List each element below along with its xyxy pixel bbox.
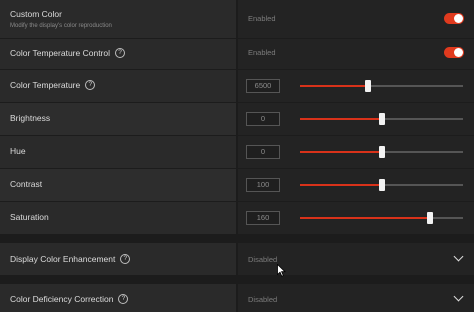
slider-thumb[interactable] bbox=[378, 113, 385, 125]
slider-thumb[interactable] bbox=[365, 80, 372, 92]
saturation-value[interactable]: 160 bbox=[246, 211, 280, 225]
slider-row-brightness: Brightness 0 bbox=[0, 103, 474, 135]
slider-row-saturation: Saturation 160 bbox=[0, 202, 474, 234]
mouse-cursor-icon bbox=[277, 264, 286, 277]
color-temperature-slider[interactable] bbox=[300, 80, 463, 92]
slider-thumb[interactable] bbox=[378, 146, 385, 158]
contrast-label: Contrast bbox=[10, 179, 43, 189]
custom-color-toggle[interactable] bbox=[444, 13, 464, 24]
color-temperature-label: Color Temperature ? bbox=[10, 80, 96, 90]
saturation-label: Saturation bbox=[10, 212, 49, 222]
hue-label: Hue bbox=[10, 146, 26, 156]
color-temp-control-row: Color Temperature Control ? Enabled bbox=[0, 39, 474, 69]
color-temp-control-toggle[interactable] bbox=[444, 47, 464, 58]
brightness-value[interactable]: 0 bbox=[246, 112, 280, 126]
hue-slider[interactable] bbox=[300, 146, 463, 158]
color-deficiency-correction-value: Disabled bbox=[248, 295, 278, 304]
color-temp-control-label: Color Temperature Control ? bbox=[10, 48, 125, 58]
display-color-enhancement-label: Display Color Enhancement ? bbox=[10, 254, 131, 264]
brightness-slider[interactable] bbox=[300, 113, 463, 125]
brightness-label: Brightness bbox=[10, 113, 51, 123]
hue-value[interactable]: 0 bbox=[246, 145, 280, 159]
help-icon[interactable]: ? bbox=[115, 48, 125, 58]
slider-row-hue: Hue 0 bbox=[0, 136, 474, 168]
color-temp-control-text: Color Temperature Control bbox=[10, 48, 110, 58]
display-settings-panel: Custom Color Modify the display's color … bbox=[0, 0, 474, 312]
display-color-enhancement-value: Disabled bbox=[248, 255, 278, 264]
help-icon[interactable]: ? bbox=[118, 294, 129, 304]
color-temp-control-status: Enabled bbox=[248, 48, 276, 57]
custom-color-row: Custom Color Modify the display's color … bbox=[0, 0, 474, 38]
color-deficiency-correction-text: Color Deficiency Correction bbox=[10, 294, 114, 304]
slider-row-contrast: Contrast 100 bbox=[0, 169, 474, 201]
slider-row-color-temperature: Color Temperature ? 6500 bbox=[0, 70, 474, 102]
saturation-slider[interactable] bbox=[300, 212, 463, 224]
color-deficiency-correction-label: Color Deficiency Correction ? bbox=[10, 294, 129, 304]
display-color-enhancement-text: Display Color Enhancement bbox=[10, 254, 116, 264]
slider-thumb[interactable] bbox=[427, 212, 434, 224]
help-icon[interactable]: ? bbox=[120, 254, 131, 264]
custom-color-label: Custom Color bbox=[10, 9, 62, 19]
color-temperature-value[interactable]: 6500 bbox=[246, 79, 280, 93]
color-deficiency-correction-row: Color Deficiency Correction ? Disabled bbox=[0, 284, 474, 312]
display-color-enhancement-row: Display Color Enhancement ? Disabled bbox=[0, 243, 474, 275]
custom-color-description: Modify the display's color reproduction bbox=[10, 23, 112, 29]
slider-thumb[interactable] bbox=[378, 179, 385, 191]
custom-color-status: Enabled bbox=[248, 14, 276, 23]
contrast-value[interactable]: 100 bbox=[246, 178, 280, 192]
color-temperature-text: Color Temperature bbox=[10, 80, 81, 90]
help-icon[interactable]: ? bbox=[85, 80, 96, 90]
contrast-slider[interactable] bbox=[300, 179, 463, 191]
